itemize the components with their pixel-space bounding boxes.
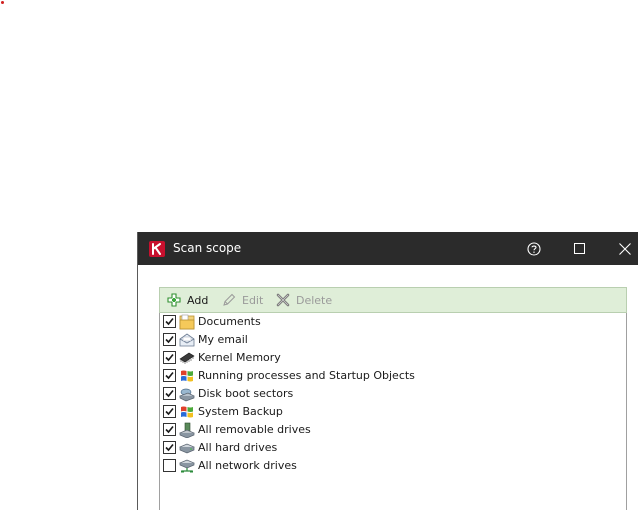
check-icon <box>165 335 174 344</box>
help-button[interactable] <box>511 232 557 265</box>
list-item-label: My email <box>198 333 248 346</box>
maximize-icon <box>573 243 585 254</box>
list-item-label: Running processes and Startup Objects <box>198 369 415 382</box>
windows-flag-icon <box>181 406 193 418</box>
list-item-label: Kernel Memory <box>198 351 281 364</box>
list-item-label: System Backup <box>198 405 283 418</box>
maximize-button[interactable] <box>556 232 602 265</box>
checkbox-disk-boot-sectors[interactable] <box>163 387 176 400</box>
plus-icon <box>167 293 181 307</box>
checkbox-removable-drives[interactable] <box>163 423 176 436</box>
scope-toolbar: Add Edit Delete <box>159 287 627 313</box>
scope-list: Documents My email Kernel Memory Running… <box>159 313 627 510</box>
check-icon <box>165 371 174 380</box>
pencil-icon <box>223 293 236 306</box>
window-title: Scan scope <box>173 241 242 255</box>
checkbox-documents[interactable] <box>163 315 176 328</box>
list-item-label: Documents <box>198 315 261 328</box>
checkbox-system-backup[interactable] <box>163 405 176 418</box>
edit-label: Edit <box>242 293 264 307</box>
close-icon <box>619 242 631 255</box>
check-icon <box>165 407 174 416</box>
check-icon <box>165 389 174 398</box>
check-icon <box>165 443 174 452</box>
stray-dot <box>1 1 4 4</box>
add-button[interactable]: Add <box>167 288 208 312</box>
checkbox-running-processes[interactable] <box>163 369 176 382</box>
removable-drive-icon <box>179 422 195 438</box>
checkbox-my-email[interactable] <box>163 333 176 346</box>
checkbox-network-drives[interactable] <box>163 459 176 472</box>
network-drive-icon <box>179 459 195 473</box>
checkbox-hard-drives[interactable] <box>163 441 176 454</box>
delete-label: Delete <box>296 293 333 307</box>
checkbox-kernel-memory[interactable] <box>163 351 176 364</box>
list-item-label: All removable drives <box>198 423 311 436</box>
list-item-label: Disk boot sectors <box>198 387 294 400</box>
list-item-label: All network drives <box>198 459 297 472</box>
add-label: Add <box>187 293 209 307</box>
help-icon <box>527 241 541 256</box>
titlebar: Scan scope <box>138 232 638 265</box>
close-button[interactable] <box>602 232 638 265</box>
edit-button[interactable]: Edit <box>222 288 263 312</box>
list-item-label: All hard drives <box>198 441 278 454</box>
disk-sector-icon <box>179 388 195 402</box>
check-icon <box>165 425 174 434</box>
delete-button[interactable]: Delete <box>276 288 332 312</box>
folder-icon <box>179 314 195 330</box>
memory-chip-icon <box>179 352 195 364</box>
hard-drive-icon <box>179 443 195 454</box>
mail-icon <box>179 333 195 347</box>
check-icon <box>165 317 174 326</box>
windows-flag-icon <box>181 370 193 382</box>
scan-scope-dialog: Scan scope Add Edit Delete Documents My … <box>137 232 638 510</box>
kaspersky-logo-icon <box>149 241 165 257</box>
delete-x-icon <box>276 293 290 307</box>
check-icon <box>165 353 174 362</box>
